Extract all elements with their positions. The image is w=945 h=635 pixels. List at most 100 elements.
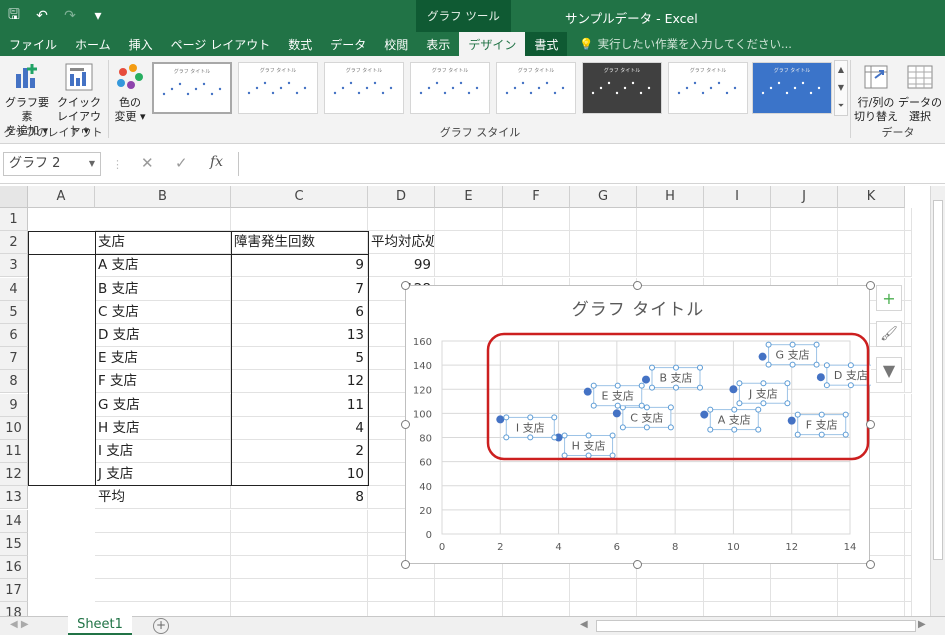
cell-A13[interactable]: 平均 [95,486,231,510]
tab-6[interactable]: 校閲 [375,32,417,56]
chart-style-8[interactable]: グラフ タイトル [752,62,832,114]
row-header-2[interactable]: 2 [0,231,28,255]
row-header-8[interactable]: 8 [0,370,28,394]
select-data-button[interactable]: データの 選択 [898,58,942,124]
cell-B7[interactable]: 5 [231,347,368,371]
column-header-B[interactable]: B [95,186,231,208]
cell-J17[interactable] [838,579,905,603]
enter-icon[interactable]: ✓ [175,154,188,172]
horizontal-scrollbar[interactable] [596,620,916,632]
chart-filter-icon[interactable]: ▼ [876,357,902,383]
hscroll-right-arrow[interactable]: ▶ [918,619,926,630]
resize-handle[interactable] [633,280,642,290]
cell-E17[interactable] [503,579,570,603]
cell-B1[interactable] [231,208,368,231]
cell-B18[interactable] [231,602,368,616]
cell-D1[interactable] [435,208,503,231]
formula-input[interactable] [238,152,943,176]
resize-handle[interactable] [865,280,875,290]
cell-G1[interactable] [637,208,704,231]
column-header-H[interactable]: H [637,186,704,208]
cell-A10[interactable]: H 支店 [95,416,231,440]
tab-2[interactable]: 挿入 [120,32,162,56]
cell-B14[interactable] [231,509,368,533]
cell-B12[interactable]: 10 [231,463,368,487]
cell-B6[interactable]: 13 [231,324,368,347]
row-header-15[interactable]: 15 [0,532,28,556]
column-header-A[interactable]: A [28,186,95,208]
change-colors-button[interactable]: 色の 変更 ▾ [110,58,150,124]
cell-B4[interactable]: 7 [231,277,368,301]
column-header-G[interactable]: G [570,186,637,208]
cell-K4[interactable] [905,277,912,301]
tab-1[interactable]: ホーム [66,32,120,56]
cell-K9[interactable] [905,393,912,417]
resize-handle[interactable] [400,280,410,290]
chart-style-7[interactable]: グラフ タイトル [668,62,748,114]
cell-H18[interactable] [704,602,771,616]
redo-icon[interactable]: ↷ [56,2,84,30]
cell-A18[interactable] [95,602,231,616]
cell-C18[interactable] [368,602,435,616]
cell-J1[interactable] [838,208,905,231]
customize-qat-icon[interactable]: ▾ [84,2,112,30]
cell-B11[interactable]: 2 [231,440,368,463]
cell-A17[interactable] [95,579,231,603]
cell-B2[interactable]: 障害発生回数 [231,231,368,255]
save-icon[interactable]: 🖫 [0,2,28,30]
cell-A5[interactable]: C 支店 [95,300,231,324]
chart-area[interactable]: グラフ タイトル 0 20 40 60 80 100 120 140 160 0 2 4 6 8 10 12 14… [405,285,878,564]
cell-B10[interactable]: 4 [231,416,368,440]
row-header-9[interactable]: 9 [0,393,28,417]
cell-A6[interactable]: D 支店 [95,324,231,347]
cell-B17[interactable] [231,579,368,603]
cell-G17[interactable] [637,579,704,603]
cell-K10[interactable] [905,416,912,440]
tab-4[interactable]: 数式 [279,32,321,56]
chart-styles-brush-icon[interactable]: 🖌 [876,321,902,347]
undo-icon[interactable]: ↶ [28,2,56,30]
chart-style-6[interactable]: グラフ タイトル [582,62,662,114]
cell-A7[interactable]: E 支店 [95,347,231,371]
cell-A15[interactable] [95,532,231,556]
cell-A16[interactable] [95,556,231,579]
cell-C2[interactable]: 平均対応処理時間 [368,231,435,255]
row-header-17[interactable]: 17 [0,579,28,603]
cell-B5[interactable]: 6 [231,300,368,324]
cell-F1[interactable] [570,208,637,231]
cell-J18[interactable] [838,602,905,616]
chart-style-3[interactable]: グラフ タイトル [324,62,404,114]
column-header-D[interactable]: D [368,186,435,208]
cell-G18[interactable] [637,602,704,616]
row-header-16[interactable]: 16 [0,556,28,579]
cell-K17[interactable] [905,579,912,603]
cell-K15[interactable] [905,532,912,556]
chart-style-1[interactable]: グラフ タイトル [152,62,232,114]
row-header-10[interactable]: 10 [0,416,28,440]
cell-D3[interactable] [435,254,503,278]
cell-C3[interactable]: 99 [368,254,435,278]
cell-B9[interactable]: 11 [231,393,368,417]
cell-E3[interactable] [503,254,570,278]
tell-me-search[interactable]: 💡 実行したい作業を入力してください... [579,32,792,56]
cell-E2[interactable] [503,231,570,255]
cell-C1[interactable] [368,208,435,231]
cell-D2[interactable] [435,231,503,255]
cell-I2[interactable] [771,231,838,255]
gallery-scroll[interactable]: ▲ ▼ ⏷ [834,60,848,116]
cell-I3[interactable] [771,254,838,278]
row-header-4[interactable]: 4 [0,277,28,301]
scroll-thumb[interactable] [933,200,943,560]
sheet-tab-sheet1[interactable]: Sheet1 [68,616,132,635]
tab-9[interactable]: 書式 [525,32,568,56]
chart-elements-plus-icon[interactable]: + [876,285,902,311]
cell-A11[interactable]: I 支店 [95,440,231,463]
row-header-6[interactable]: 6 [0,324,28,347]
cell-D18[interactable] [435,602,503,616]
cell-K13[interactable] [905,486,912,510]
cell-K6[interactable] [905,324,912,347]
resize-handle[interactable] [400,559,410,569]
cell-K7[interactable] [905,347,912,371]
cell-K3[interactable] [905,254,912,278]
cancel-icon[interactable]: ✕ [141,154,154,172]
